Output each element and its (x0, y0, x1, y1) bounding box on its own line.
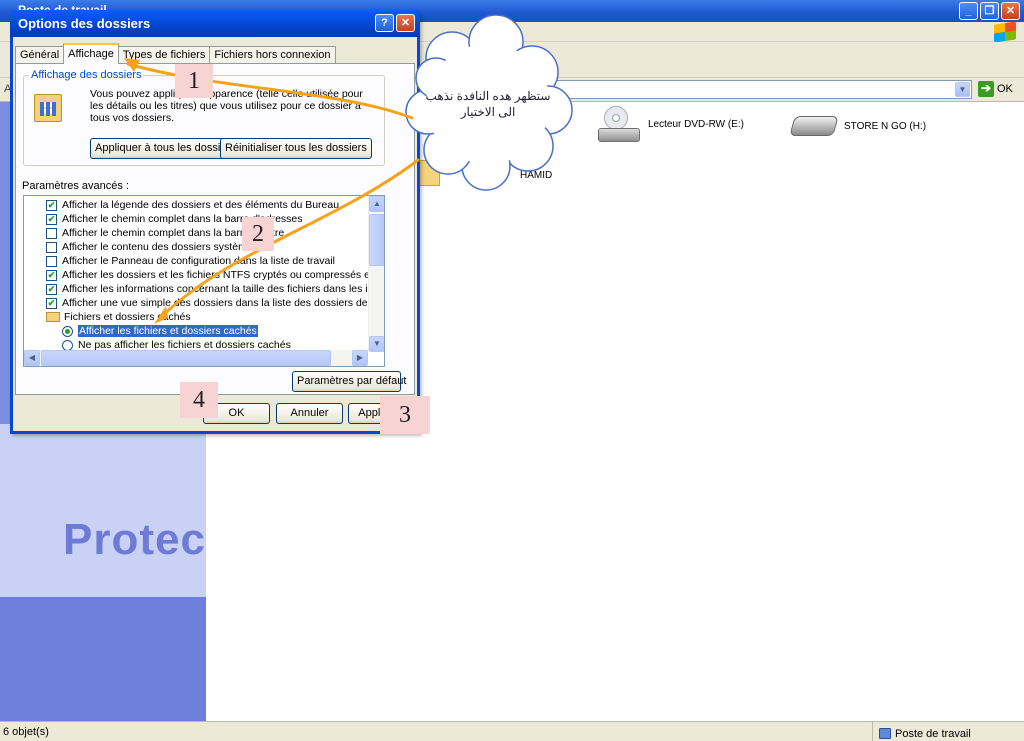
folder-icon[interactable] (418, 160, 440, 186)
scroll-down-icon[interactable]: ▼ (369, 336, 384, 352)
affichage-panel: Affichage des dossiers Vous pouvez appli… (15, 63, 415, 395)
restore-defaults-button[interactable]: Paramètres par défaut (292, 371, 406, 392)
checkbox[interactable] (46, 241, 57, 253)
setting-label: Afficher une vue simple des dossiers dan… (62, 297, 384, 309)
setting-row[interactable]: ✔ Afficher la légende des dossiers et de… (46, 198, 339, 212)
dialog-title: Options des dossiers (18, 16, 151, 31)
explorer-window-controls: _ ❐ ✕ (959, 2, 1020, 20)
folder-options-dialog: Options des dossiers ? ✕ Général Afficha… (10, 10, 420, 434)
setting-group-label: Fichiers et dossiers cachés (64, 311, 191, 323)
setting-label: Afficher les dossiers et les fichiers NT… (62, 269, 385, 281)
dialog-tabs: Général Affichage Types de fichiers Fich… (15, 43, 336, 64)
setting-group-hidden-files: Fichiers et dossiers cachés (46, 310, 191, 324)
setting-row[interactable]: Afficher le Panneau de configuration dan… (46, 254, 335, 268)
tab-fichiers-hors-connexion[interactable]: Fichiers hors connexion (209, 46, 336, 64)
radio-button[interactable] (62, 325, 73, 337)
setting-label: Afficher les fichiers et dossiers cachés (78, 325, 258, 337)
scroll-thumb[interactable] (369, 214, 384, 266)
checkbox[interactable]: ✔ (46, 283, 57, 295)
windows-logo-icon (994, 21, 1016, 43)
checkbox[interactable]: ✔ (46, 213, 57, 225)
tab-general[interactable]: Général (15, 46, 65, 64)
group-title: Affichage des dossiers (29, 69, 144, 81)
setting-label: Afficher le Panneau de configuration dan… (62, 255, 335, 267)
removable-drive-icon (789, 116, 839, 136)
vertical-scrollbar[interactable]: ▲ ▼ (368, 196, 384, 352)
tab-types-de-fichiers[interactable]: Types de fichiers (117, 46, 211, 64)
scroll-up-icon[interactable]: ▲ (369, 196, 384, 212)
minimize-button[interactable]: _ (959, 2, 978, 20)
folder-hamid[interactable]: HAMID (520, 170, 552, 181)
checkbox[interactable] (46, 255, 57, 267)
folder-label: HAMID (520, 170, 553, 181)
setting-row[interactable]: ✔ Afficher les informations concernant l… (46, 282, 385, 296)
computer-icon (879, 728, 891, 739)
setting-label: Afficher les informations concernant la … (62, 283, 385, 295)
cancel-button[interactable]: Annuler (276, 403, 343, 424)
checkbox[interactable]: ✔ (46, 297, 57, 309)
group-description: Vous pouvez appliquer l'apparence (telle… (90, 88, 363, 124)
step-marker-4: 4 (180, 382, 218, 418)
dialog-close-button[interactable]: ✕ (396, 14, 415, 32)
go-label: OK (997, 83, 1013, 95)
go-arrow-icon: ➔ (978, 81, 994, 97)
step-marker-1: 1 (175, 64, 213, 98)
advanced-settings-label: Paramètres avancés : (22, 180, 129, 192)
help-button[interactable]: ? (375, 14, 394, 32)
folder-icon (46, 312, 60, 322)
step-marker-2: 2 (242, 217, 274, 251)
restore-button[interactable]: ❐ (980, 2, 999, 20)
go-button[interactable]: ➔ OK (978, 81, 1013, 97)
chevron-down-icon[interactable]: ▼ (955, 82, 970, 97)
drive-dvd[interactable]: Lecteur DVD-RW (E:) (598, 106, 744, 142)
setting-row-show-hidden[interactable]: Afficher les fichiers et dossiers cachés (62, 324, 258, 338)
checkbox[interactable]: ✔ (46, 269, 57, 281)
dialog-window-controls: ? ✕ (375, 14, 415, 32)
setting-row[interactable]: ✔ Afficher une vue simple des dossiers d… (46, 296, 384, 310)
watermark-text: Protec (63, 515, 206, 564)
scroll-thumb[interactable] (41, 350, 331, 366)
tab-affichage[interactable]: Affichage (63, 43, 119, 64)
checkbox[interactable] (46, 227, 57, 239)
status-location: Poste de travail (872, 722, 971, 741)
setting-row[interactable]: ✔ Afficher les dossiers et les fichiers … (46, 268, 385, 282)
dialog-titlebar: Options des dossiers ? ✕ (10, 10, 420, 37)
horizontal-scrollbar[interactable]: ◀ ▶ (24, 350, 368, 366)
step-marker-3: 3 (380, 396, 430, 434)
scroll-right-icon[interactable]: ▶ (352, 350, 368, 366)
status-bar: 6 objet(s) Poste de travail (0, 721, 1024, 741)
reset-all-folders-button[interactable]: Réinitialiser tous les dossiers (220, 138, 372, 159)
cloud-annotation-text: ستظهر هده النافدة نذهب الى الاختيار (425, 89, 551, 119)
drive-label: STORE N GO (H:) (844, 120, 927, 132)
dvd-drive-icon (598, 106, 640, 142)
drive-store-n-go[interactable]: STORE N GO (H:) (789, 116, 927, 136)
apply-to-all-folders-button[interactable]: Appliquer à tous les dossiers (90, 138, 241, 159)
explorer-close-button[interactable]: ✕ (1001, 2, 1020, 20)
radio-button[interactable] (62, 339, 73, 351)
folder-view-icon (34, 94, 62, 122)
status-location-label: Poste de travail (895, 727, 971, 740)
drive-label: Lecteur DVD-RW (E:) (648, 118, 744, 130)
scroll-left-icon[interactable]: ◀ (24, 350, 40, 366)
setting-label: Afficher le contenu des dossiers système (62, 241, 253, 253)
checkbox[interactable]: ✔ (46, 199, 57, 211)
setting-label: Afficher la légende des dossiers et des … (62, 199, 340, 211)
advanced-settings-list: ✔ Afficher la légende des dossiers et de… (23, 195, 385, 367)
status-object-count: 6 objet(s) (3, 726, 49, 738)
setting-row[interactable]: Afficher le contenu des dossiers système (46, 240, 253, 254)
